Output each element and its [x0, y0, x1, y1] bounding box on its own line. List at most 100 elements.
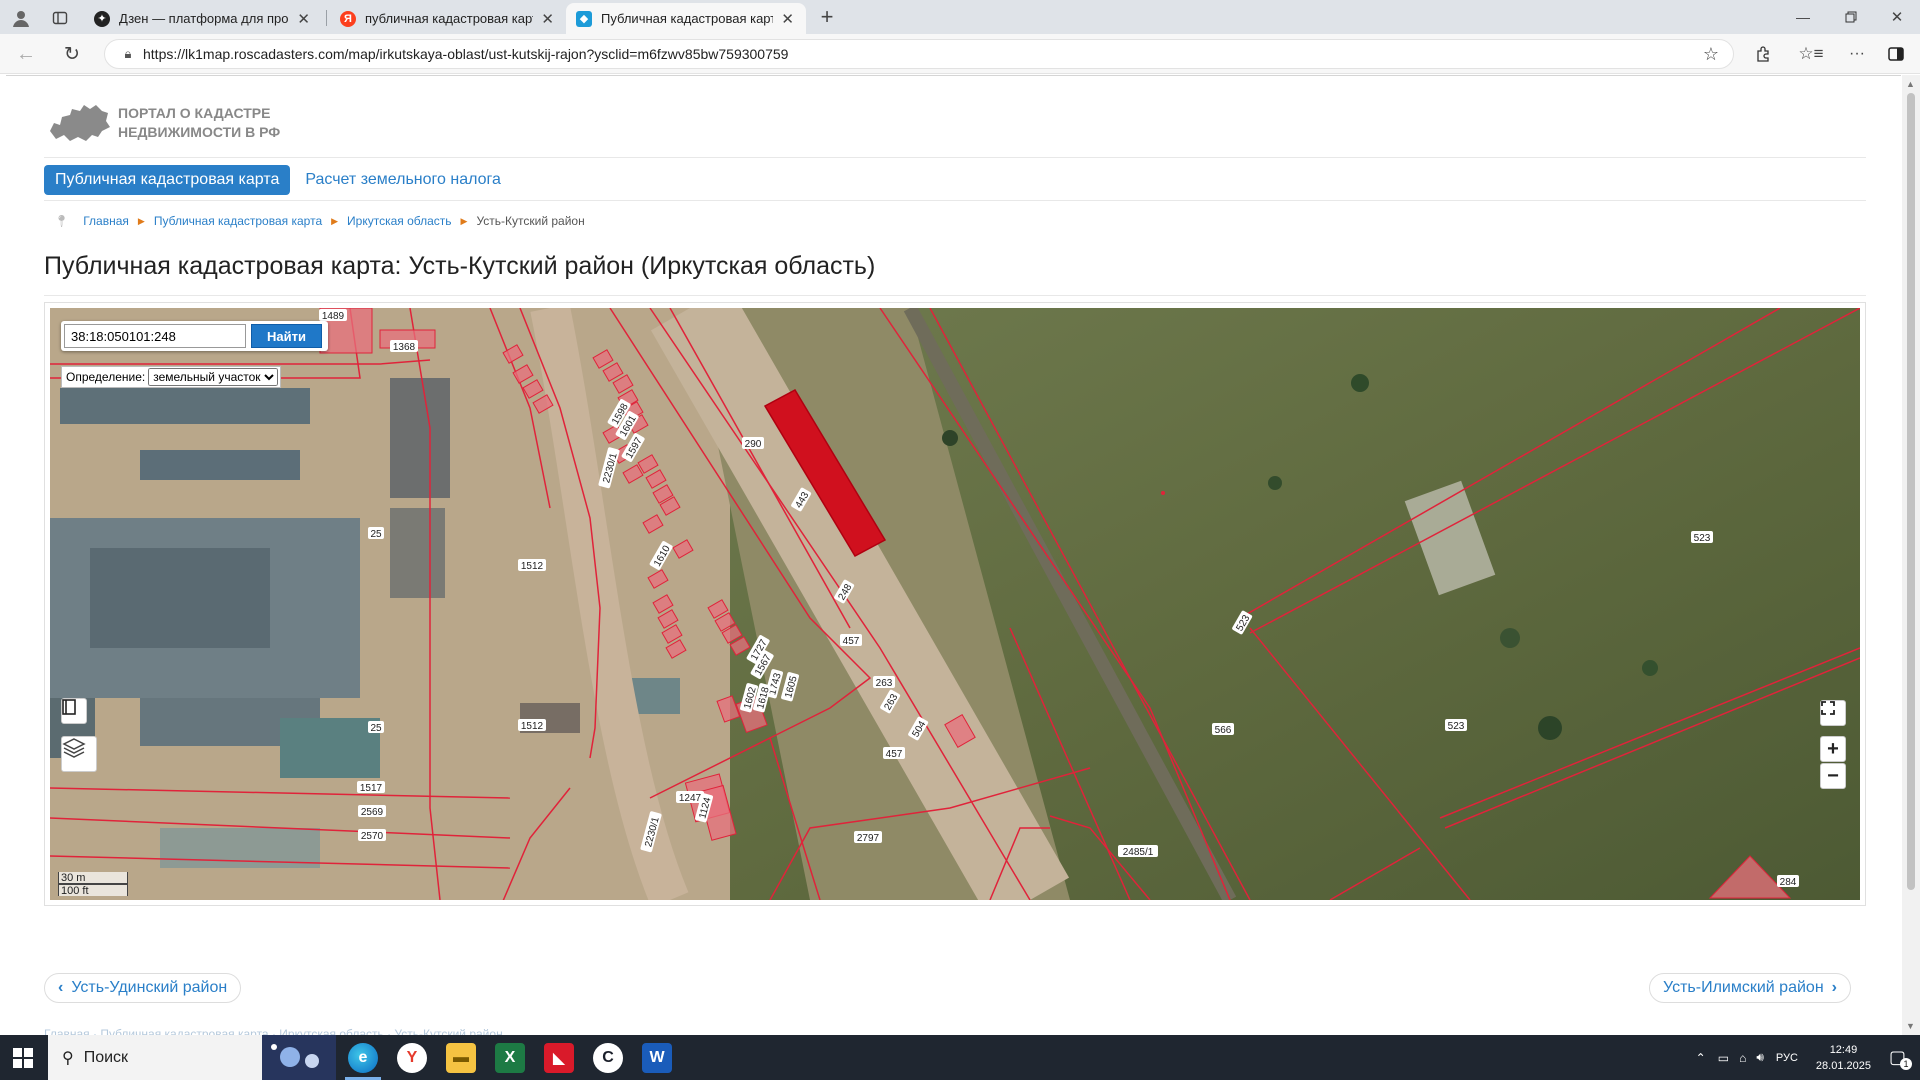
favorites-icon[interactable]: ☆≡: [1798, 43, 1823, 65]
building: [280, 718, 380, 778]
measure-icon[interactable]: [61, 698, 87, 724]
parcel-number: 2797: [857, 833, 880, 844]
clock-date: 28.01.2025: [1815, 1059, 1871, 1072]
close-tab-icon[interactable]: ✕: [541, 10, 554, 28]
browser-tab-bar: ✦ Дзен — платформа для просмотра ✕ Я пуб…: [0, 0, 1920, 34]
close-tab-icon[interactable]: ✕: [297, 10, 310, 28]
parcel-number: 290: [745, 439, 762, 450]
definition-select[interactable]: земельный участок: [148, 368, 279, 386]
tab-zen[interactable]: ✦ Дзен — платформа для просмотра ✕: [84, 3, 322, 34]
parcel-number: 1512: [521, 721, 544, 732]
building: [140, 450, 300, 480]
parcel-number-label: 457: [840, 634, 862, 647]
volume-icon[interactable]: 🔊︎: [1756, 1050, 1764, 1065]
fullscreen-icon[interactable]: [1820, 700, 1846, 726]
tree: [942, 430, 958, 446]
building: [390, 508, 445, 598]
main-nav: Публичная кадастровая карта Расчет земел…: [44, 165, 501, 195]
layers-icon[interactable]: [61, 736, 97, 772]
taskbar-search[interactable]: ⚲ Поиск: [48, 1035, 336, 1080]
parcel-number: 263: [876, 678, 893, 689]
next-district-label: Усть-Илимский район: [1663, 979, 1824, 996]
network-icon[interactable]: ⌂: [1739, 1051, 1746, 1065]
new-tab-icon[interactable]: +: [816, 4, 838, 29]
lock-icon[interactable]: 🔒︎: [113, 46, 143, 62]
url-field[interactable]: 🔒︎ https://lk1map.roscadasters.com/map/i…: [104, 39, 1734, 69]
refresh-icon[interactable]: ↻: [60, 43, 84, 65]
back-icon[interactable]: ←: [14, 43, 38, 65]
clock[interactable]: 12:49 28.01.2025: [1816, 1042, 1871, 1074]
red-app-icon[interactable]: ◣: [544, 1043, 574, 1073]
zen-icon: ✦: [94, 10, 110, 27]
zoom-in-button[interactable]: +: [1820, 736, 1846, 762]
parcel-number: 457: [843, 636, 860, 647]
scale-imperial: 100 ft: [58, 884, 128, 897]
scroll-down-icon[interactable]: ▼: [1906, 1021, 1915, 1031]
windows-start-icon[interactable]: [12, 1047, 34, 1069]
minimize-icon[interactable]: —: [1788, 8, 1818, 26]
cadastral-number-input[interactable]: [64, 324, 246, 348]
parcel-number-label: 1512: [518, 559, 546, 572]
restore-icon[interactable]: [1836, 8, 1866, 26]
breadcrumb-region[interactable]: Иркутская область: [347, 214, 452, 228]
close-window-icon[interactable]: ✕: [1882, 8, 1912, 26]
page-scrollbar[interactable]: ▲ ▼: [1902, 75, 1920, 1035]
site-logo[interactable]: ПОРТАЛ О КАДАСТРЕ НЕДВИЖИМОСТИ В РФ: [48, 101, 280, 145]
breadcrumb-public-map[interactable]: Публичная кадастровая карта: [154, 214, 322, 228]
parcel-number: 1368: [393, 342, 416, 353]
find-button[interactable]: Найти: [251, 324, 322, 348]
parcel-number-label: 290: [742, 437, 764, 450]
parcel-number-label: 1512: [518, 719, 546, 732]
language-indicator[interactable]: РУС: [1776, 1052, 1798, 1064]
notification-count: 1: [1900, 1058, 1912, 1070]
next-district-link[interactable]: Усть-Илимский район ›: [1649, 973, 1851, 1003]
file-explorer-icon[interactable]: ▬: [446, 1043, 476, 1073]
close-tab-icon[interactable]: ✕: [781, 10, 794, 28]
favorite-star-icon[interactable]: ☆: [1700, 43, 1722, 65]
cadastral-map[interactable]: 1489 1368 1598 1601 1597 2230/1 25 1512 1610 290 4…: [50, 308, 1860, 900]
profile-icon[interactable]: [10, 7, 32, 29]
satellite-map-layer[interactable]: 148913681598160115972230/1251512 16102904…: [50, 308, 1860, 900]
yandex-browser-icon[interactable]: Y: [397, 1043, 427, 1073]
search-icon: ⚲: [62, 1049, 74, 1067]
zoom-out-button[interactable]: −: [1820, 763, 1846, 789]
parcel-number: 457: [886, 749, 903, 760]
building: [90, 548, 270, 648]
tab-roscadasters[interactable]: ◆ Публичная кадастровая карта: Усть ✕: [566, 3, 806, 34]
russia-map-icon: [50, 105, 110, 141]
parcel-number: 2569: [361, 807, 384, 818]
excel-icon[interactable]: X: [495, 1043, 525, 1073]
notifications-icon[interactable]: ▢ 1: [1889, 1047, 1912, 1070]
parcel-number: 25: [370, 529, 382, 540]
url-text: https://lk1map.roscadasters.com/map/irku…: [143, 46, 789, 62]
parcel-number: 523: [1694, 533, 1711, 544]
parcel-number-label: 25: [368, 721, 384, 734]
tab-yandex[interactable]: Я публичная кадастровая карта усть ✕: [330, 3, 566, 34]
clock-time: 12:49: [1829, 1043, 1858, 1056]
roscadasters-icon: ◆: [576, 10, 592, 27]
parcel-number-label: 25: [368, 527, 384, 540]
edge-icon[interactable]: e: [348, 1043, 378, 1073]
parcel-number: 1512: [521, 561, 544, 572]
nav-public-cadastral-map[interactable]: Публичная кадастровая карта: [44, 165, 291, 195]
breadcrumb-arrow-icon: ▶: [137, 215, 145, 226]
breadcrumb-home[interactable]: Главная: [83, 214, 129, 228]
tab-actions-icon[interactable]: [50, 8, 70, 28]
sidebar-toggle-icon[interactable]: [1885, 43, 1907, 65]
meet-now-icon[interactable]: ▭: [1718, 1051, 1729, 1065]
circle-app-icon[interactable]: C: [593, 1043, 623, 1073]
logo-line-1: ПОРТАЛ О КАДАСТРЕ: [118, 105, 271, 121]
scroll-up-icon[interactable]: ▲: [1906, 79, 1915, 89]
scrollbar-thumb[interactable]: [1907, 93, 1915, 890]
map-search-box: Найти: [61, 321, 328, 351]
building: [60, 388, 310, 424]
nav-land-tax-calculator[interactable]: Расчет земельного налога: [305, 171, 501, 189]
web-page: ПОРТАЛ О КАДАСТРЕ НЕДВИЖИМОСТИ В РФ Публ…: [6, 75, 1901, 1035]
parcel-number: 25: [370, 723, 382, 734]
more-menu-icon[interactable]: ···: [1846, 43, 1868, 65]
prev-district-link[interactable]: ‹ Усть-Удинский район: [44, 973, 242, 1003]
extensions-icon[interactable]: [1752, 43, 1774, 65]
tray-overflow-icon[interactable]: ⌃: [1696, 1051, 1706, 1065]
word-icon[interactable]: W: [642, 1043, 672, 1073]
search-highlight-image: [262, 1035, 336, 1080]
